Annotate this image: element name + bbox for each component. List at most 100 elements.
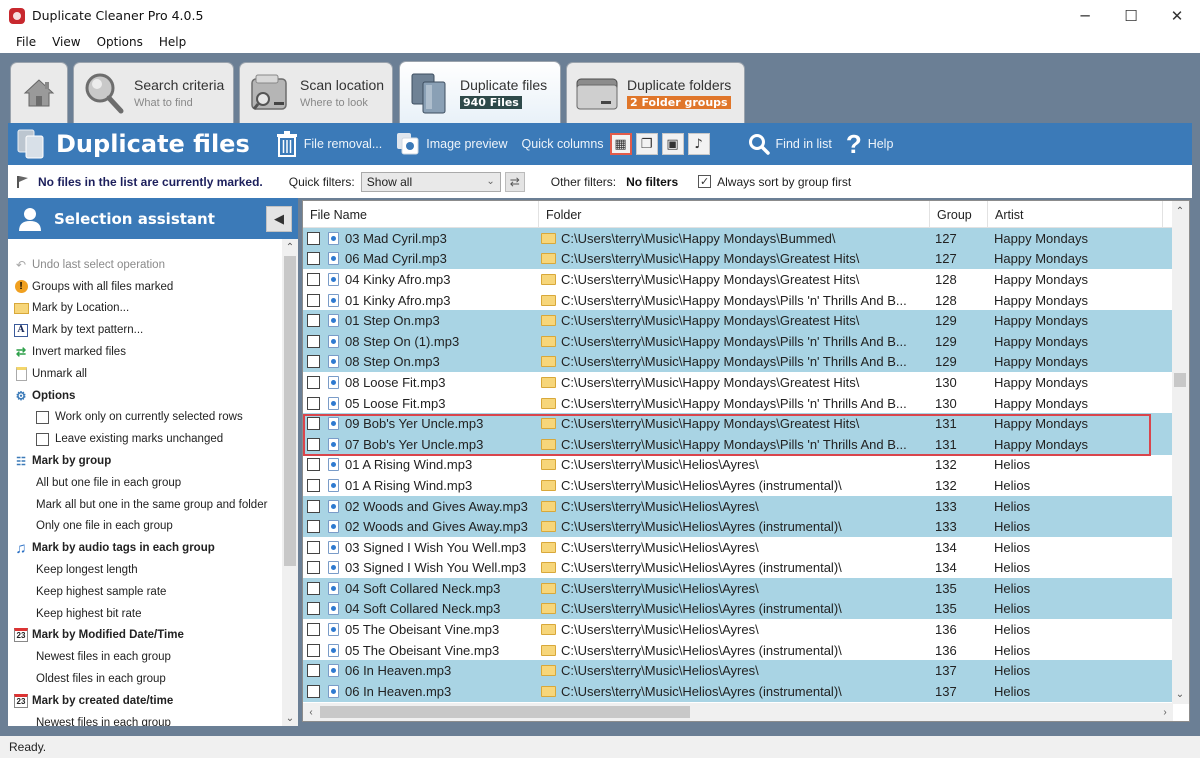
selection-item-oldest-files-in-each-group[interactable]: Oldest files in each group: [8, 668, 282, 690]
row-checkbox[interactable]: [307, 561, 320, 575]
column-header-artist[interactable]: Artist: [988, 201, 1163, 228]
selection-item-unmark-all[interactable]: Unmark all: [8, 363, 282, 385]
selection-item-keep-highest-bit-rate[interactable]: Keep highest bit rate: [8, 603, 282, 625]
row-checkbox[interactable]: [307, 231, 320, 245]
table-row[interactable]: 06 In Heaven.mp3 C:\Users\terry\Music\Hel…: [303, 681, 1173, 702]
sort-by-group-checkbox[interactable]: ✓: [698, 175, 712, 188]
image-preview-button[interactable]: Image preview: [396, 132, 508, 156]
row-checkbox[interactable]: [307, 499, 320, 513]
grid-vertical-scrollbar[interactable]: ⌃ ⌄: [1172, 201, 1189, 704]
row-checkbox[interactable]: [307, 334, 320, 348]
selection-item-newest-files-in-each-group[interactable]: Newest files in each group: [8, 712, 282, 726]
row-checkbox[interactable]: [307, 355, 320, 369]
minimize-button[interactable]: ─: [1062, 0, 1108, 31]
row-checkbox[interactable]: [307, 375, 320, 389]
row-checkbox[interactable]: [307, 602, 320, 616]
find-in-list-button[interactable]: Find in list: [748, 133, 832, 155]
file-removal-button[interactable]: File removal...: [276, 131, 382, 157]
column-header-group[interactable]: Group: [930, 201, 988, 228]
scroll-down-icon[interactable]: ⌄: [282, 710, 298, 726]
table-row[interactable]: 03 Signed I Wish You Well.mp3 C:\Users\te…: [303, 537, 1173, 558]
option-checkbox[interactable]: [36, 410, 49, 424]
quick-columns-image-button[interactable]: ▣: [661, 133, 684, 155]
row-checkbox[interactable]: [307, 437, 320, 451]
scroll-right-icon[interactable]: ›: [1157, 704, 1173, 720]
menu-help[interactable]: Help: [151, 35, 194, 49]
selection-item-only-one-file-in-each-group[interactable]: Only one file in each group: [8, 516, 282, 538]
column-header-folder[interactable]: Folder: [539, 201, 930, 228]
selection-item-keep-highest-sample-rate[interactable]: Keep highest sample rate: [8, 581, 282, 603]
selection-item-invert-marked-files[interactable]: ⇄ Invert marked files: [8, 341, 282, 363]
quick-columns-grid-button[interactable]: ▦: [609, 133, 632, 155]
table-row[interactable]: 09 Bob's Yer Uncle.mp3 C:\Users\terry\Mus…: [303, 413, 1173, 434]
selection-item-undo-last-select-operation[interactable]: ↶ Undo last select operation: [8, 254, 282, 276]
selection-item-all-but-one-file-in-each-group[interactable]: All but one file in each group: [8, 472, 282, 494]
menu-view[interactable]: View: [44, 35, 88, 49]
row-checkbox[interactable]: [307, 684, 320, 698]
left-panel-scrollbar[interactable]: ⌃ ⌄: [282, 239, 298, 726]
table-row[interactable]: 05 The Obeisant Vine.mp3 C:\Users\terry\M…: [303, 640, 1173, 661]
grid-horizontal-scrollbar[interactable]: ‹ ›: [303, 703, 1173, 721]
row-checkbox[interactable]: [307, 478, 320, 492]
close-button[interactable]: ✕: [1154, 0, 1200, 31]
menu-file[interactable]: File: [8, 35, 44, 49]
quick-filters-select[interactable]: Show all ⌄: [360, 171, 501, 192]
tab-home[interactable]: [10, 62, 68, 123]
row-checkbox[interactable]: [307, 643, 320, 657]
row-checkbox[interactable]: [307, 417, 320, 431]
table-row[interactable]: 01 A Rising Wind.mp3 C:\Users\terry\Music…: [303, 475, 1173, 496]
selection-item-work-only-on-currently-selected-rows[interactable]: Work only on currently selected rows: [8, 407, 282, 429]
table-row[interactable]: 08 Step On.mp3 C:\Users\terry\Music\Happy…: [303, 351, 1173, 373]
tab-scan-location[interactable]: Scan location Where to look: [239, 62, 393, 123]
table-row[interactable]: 08 Loose Fit.mp3 C:\Users\terry\Music\Hap…: [303, 372, 1173, 393]
other-filters-value[interactable]: No filters: [626, 175, 678, 189]
row-checkbox[interactable]: [307, 664, 320, 678]
column-header-file-name[interactable]: File Name: [303, 201, 539, 228]
collapse-panel-button[interactable]: ◀: [266, 206, 292, 232]
tab-duplicate-folders[interactable]: Duplicate folders 2 Folder groups: [566, 62, 745, 123]
tab-search-criteria[interactable]: Search criteria What to find: [73, 62, 234, 123]
table-row[interactable]: 01 Step On.mp3 C:\Users\terry\Music\Happy…: [303, 310, 1173, 331]
option-checkbox[interactable]: [36, 432, 49, 446]
table-row[interactable]: 06 Mad Cyril.mp3 C:\Users\terry\Music\Hap…: [303, 248, 1173, 270]
selection-item-leave-existing-marks-unchanged[interactable]: Leave existing marks unchanged: [8, 428, 282, 450]
row-checkbox[interactable]: [307, 252, 320, 266]
scroll-left-icon[interactable]: ‹: [303, 704, 319, 720]
row-checkbox[interactable]: [307, 520, 320, 534]
left-scroll-thumb[interactable]: [284, 256, 296, 566]
grid-scroll-up-icon[interactable]: ⌃: [1172, 203, 1188, 219]
row-checkbox[interactable]: [307, 314, 320, 328]
row-checkbox[interactable]: [307, 623, 320, 637]
table-row[interactable]: 04 Soft Collared Neck.mp3 C:\Users\terry\…: [303, 578, 1173, 599]
row-checkbox[interactable]: [307, 581, 320, 595]
row-checkbox[interactable]: [307, 272, 320, 286]
selection-item-newest-files-in-each-group[interactable]: Newest files in each group: [8, 646, 282, 668]
table-row[interactable]: 02 Woods and Gives Away.mp3 C:\Users\terr…: [303, 516, 1173, 537]
table-row[interactable]: 03 Signed I Wish You Well.mp3 C:\Users\te…: [303, 558, 1173, 579]
table-row[interactable]: 04 Kinky Afro.mp3 C:\Users\terry\Music\Ha…: [303, 269, 1173, 290]
grid-hscroll-thumb[interactable]: [320, 706, 690, 718]
tab-duplicate-files[interactable]: Duplicate files 940 Files: [399, 61, 561, 124]
row-checkbox[interactable]: [307, 540, 320, 554]
selection-item-mark-by-location[interactable]: Mark by Location...: [8, 298, 282, 320]
selection-item-keep-longest-length[interactable]: Keep longest length: [8, 559, 282, 581]
row-checkbox[interactable]: [307, 458, 320, 472]
refresh-filter-button[interactable]: ⇄: [504, 171, 525, 192]
row-checkbox[interactable]: [307, 396, 320, 410]
table-row[interactable]: 04 Soft Collared Neck.mp3 C:\Users\terry\…: [303, 598, 1173, 620]
table-row[interactable]: 07 Bob's Yer Uncle.mp3 C:\Users\terry\Mus…: [303, 433, 1173, 455]
help-button[interactable]: ? Help: [846, 129, 894, 160]
quick-columns-music-button[interactable]: ♪: [687, 133, 710, 155]
selection-item-groups-with-all-files-marked[interactable]: ! Groups with all files marked: [8, 276, 282, 298]
table-row[interactable]: 01 Kinky Afro.mp3 C:\Users\terry\Music\Ha…: [303, 290, 1173, 311]
table-row[interactable]: 05 Loose Fit.mp3 C:\Users\terry\Music\Hap…: [303, 393, 1173, 414]
table-row[interactable]: 02 Woods and Gives Away.mp3 C:\Users\terr…: [303, 495, 1173, 517]
table-row[interactable]: 03 Mad Cyril.mp3 C:\Users\terry\Music\Hap…: [303, 228, 1173, 249]
table-row[interactable]: 05 The Obeisant Vine.mp3 C:\Users\terry\M…: [303, 619, 1173, 640]
quick-columns-window-button[interactable]: ❐: [635, 133, 658, 155]
table-row[interactable]: 08 Step On (1).mp3 C:\Users\terry\Music\H…: [303, 330, 1173, 352]
selection-item-mark-all-but-one-in-the-same-group-and-folder[interactable]: Mark all but one in the same group and f…: [8, 494, 282, 516]
row-checkbox[interactable]: [307, 293, 320, 307]
selection-item-mark-by-text-pattern[interactable]: A Mark by text pattern...: [8, 319, 282, 341]
table-row[interactable]: 01 A Rising Wind.mp3 C:\Users\terry\Music…: [303, 455, 1173, 476]
